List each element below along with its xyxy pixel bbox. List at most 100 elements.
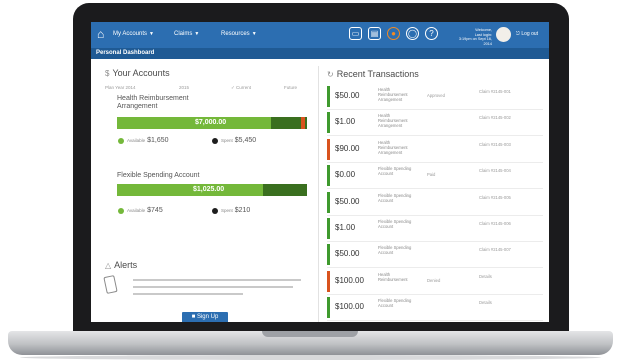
last-login-time: 3:19pm on Sept 16, 2014 [458, 37, 492, 46]
transaction-row[interactable]: $1.00 Health Reimbursement Arrangement Cla… [327, 110, 543, 137]
transaction-account: Health Reimbursement Arrangement [378, 113, 408, 129]
accounts-section-title: $ Your Accounts [105, 68, 170, 78]
transaction-status: Approved [427, 93, 445, 98]
transaction-account: Flexible Spending Account [378, 192, 412, 203]
account-name-fsa[interactable]: Flexible Spending Account [117, 172, 267, 180]
laptop-mockup: ⌂ My Accounts ▼ Claims ▼ Resources ▼ ▭ ▤ ● … [0, 0, 621, 362]
status-bar [327, 191, 330, 213]
transaction-amount: $100.00 [335, 302, 364, 312]
fsa-available: Available $745 [127, 207, 163, 214]
alerts-section-title: △ Alerts [105, 260, 138, 270]
transaction-row[interactable]: $1.00 Flexible Spending Account Claim #214… [327, 216, 543, 242]
transaction-amount: $90.00 [335, 143, 360, 153]
filter-current[interactable]: ✓ Current [231, 85, 251, 90]
transaction-amount: $1.00 [335, 117, 356, 127]
transaction-row[interactable]: $0.00 Flexible Spending Account Paid Claim … [327, 163, 543, 190]
fsa-bar-fill [117, 184, 264, 196]
transaction-claim-link[interactable]: Claim #2145-003 [479, 142, 519, 147]
transaction-account: Flexible Spending Account [378, 298, 412, 309]
transaction-claim-link[interactable]: Details [479, 274, 519, 279]
spent-dot-icon [212, 208, 218, 214]
transaction-claim-link[interactable]: Claim #2145-001 [479, 89, 519, 94]
transaction-account: Health Reimbursement Arrangement [378, 139, 408, 155]
top-navigation-bar: ⌂ My Accounts ▼ Claims ▼ Resources ▼ ▭ ▤ ● … [91, 22, 549, 48]
hra-available: Available $1,650 [127, 137, 169, 144]
refresh-icon: ↻ [327, 70, 334, 79]
alert-text-line [133, 286, 293, 288]
logout-link[interactable]: ⎋ Log out [516, 31, 538, 38]
transaction-row[interactable]: $50.00 Flexible Spending Account Claim #21… [327, 190, 543, 216]
account-name-hra[interactable]: Health Reimbursement Arrangement [117, 95, 217, 111]
status-bar [327, 244, 330, 266]
chevron-down-icon: ▼ [251, 31, 257, 37]
chevron-down-icon: ▼ [194, 31, 200, 37]
status-bar [327, 165, 330, 187]
transactions-section-title: ↻ Recent Transactions [327, 69, 419, 79]
hra-spent: Spent $5,450 [221, 137, 257, 144]
home-icon[interactable]: ⌂ [97, 28, 104, 40]
filter-future[interactable]: Future [284, 85, 297, 90]
column-divider [318, 66, 319, 322]
transaction-amount: $0.00 [335, 170, 356, 180]
page-title-bar: Personal Dashboard [91, 48, 549, 59]
transaction-row[interactable]: $50.00 Flexible Spending Account Claim #21… [327, 242, 543, 269]
filter-2015[interactable]: 2015 [179, 85, 189, 90]
transaction-claim-link[interactable]: Claim #2145-002 [479, 115, 519, 120]
fsa-bar-value: $1,025.00 [193, 186, 225, 193]
status-bar [327, 86, 330, 107]
transaction-amount: $50.00 [335, 196, 360, 206]
laptop-notch [262, 331, 358, 337]
lock-icon[interactable]: ◯ [406, 27, 419, 40]
transaction-account: Health Reimbursement Arrangement [378, 87, 408, 102]
transaction-account: Flexible Spending Account [378, 166, 412, 177]
transaction-claim-link[interactable]: Claim #2145-007 [479, 247, 519, 252]
nav-claims[interactable]: Claims ▼ [174, 30, 199, 38]
document-icon[interactable]: ▤ [368, 27, 381, 40]
transaction-amount: $50.00 [335, 91, 360, 100]
laptop-screen: ⌂ My Accounts ▼ Claims ▼ Resources ▼ ▭ ▤ ● … [91, 22, 549, 322]
transaction-claim-link[interactable]: Claim #2145-004 [479, 168, 519, 173]
transaction-claim-link[interactable]: Claim #2145-005 [479, 195, 519, 200]
transaction-status: Denied [427, 277, 441, 283]
hra-bar-value: $7,000.00 [195, 119, 227, 126]
filter-plan-year[interactable]: Plan Year 2014 [105, 85, 136, 90]
transaction-amount: $50.00 [335, 249, 360, 259]
transaction-row[interactable]: $100.00 Flexible Spending Account Details [327, 295, 543, 322]
card-icon[interactable]: ▭ [349, 27, 362, 40]
transaction-row[interactable]: $100.00 Health Reimbursement Denied Details [327, 269, 543, 295]
page-title: Personal Dashboard [96, 50, 155, 56]
user-info: Welcome, Last login: 3:19pm on Sept 16, … [454, 28, 492, 46]
transaction-row[interactable]: $50.00 Health Reimbursement Arrangement Ap… [327, 84, 543, 110]
spent-dot-icon [212, 138, 218, 144]
transaction-account: Health Reimbursement [378, 271, 408, 282]
status-bar [327, 112, 330, 134]
lock-icon: ■ [191, 314, 196, 320]
fsa-balance-bar: $1,025.00 [117, 184, 307, 196]
transaction-account: Flexible Spending Account [378, 245, 412, 256]
status-bar [327, 138, 330, 160]
notification-icon[interactable]: ● [387, 27, 400, 40]
transaction-claim-link[interactable]: Details [479, 300, 519, 305]
hra-bar-marker [301, 117, 305, 129]
hra-bar-fill [117, 117, 271, 129]
hra-balance-bar: $7,000.00 [117, 117, 307, 129]
transaction-amount: $100.00 [335, 275, 364, 285]
transaction-account: Flexible Spending Account [378, 219, 412, 229]
transaction-amount: $1.00 [335, 223, 356, 232]
avatar[interactable] [496, 27, 511, 42]
available-dot-icon [118, 208, 124, 214]
nav-resources[interactable]: Resources ▼ [221, 30, 257, 38]
chevron-down-icon: ▼ [149, 31, 154, 37]
status-bar [327, 218, 330, 239]
alert-text-line [133, 293, 243, 295]
available-dot-icon [118, 138, 124, 144]
help-icon[interactable]: ? [425, 27, 438, 40]
bell-icon: △ [105, 261, 112, 270]
laptop-shadow [20, 355, 601, 360]
signup-button[interactable]: ■ Sign Up [182, 312, 228, 322]
transaction-claim-link[interactable]: Claim #2145-006 [479, 221, 519, 226]
nav-my-accounts[interactable]: My Accounts ▼ [113, 30, 154, 38]
fsa-spent: Spent $210 [221, 207, 251, 214]
transaction-row[interactable]: $90.00 Health Reimbursement Arrangement Cl… [327, 137, 543, 163]
status-bar [327, 297, 330, 319]
